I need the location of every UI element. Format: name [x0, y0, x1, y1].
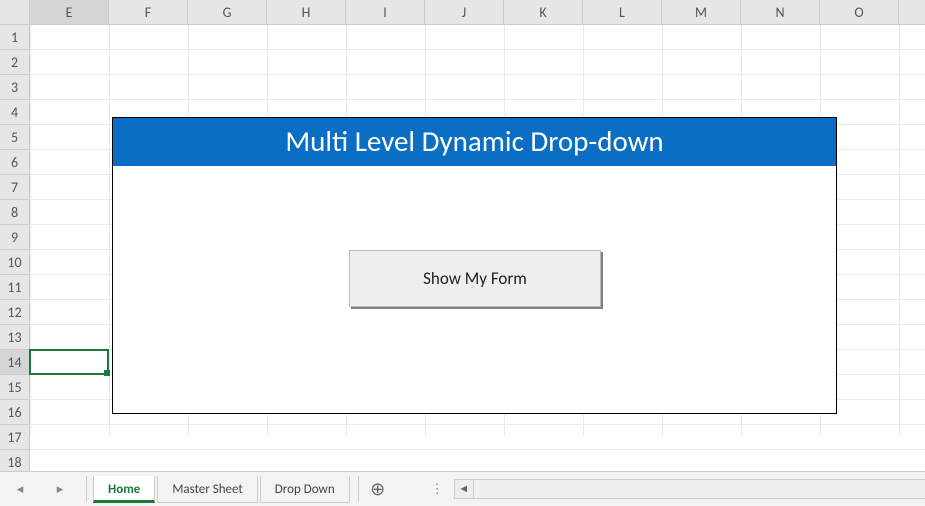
horizontal-scrollbar[interactable]: ⋮ ◄ — [431, 479, 925, 499]
sheet-tabs-bar: ◂ ▸ HomeMaster SheetDrop Down ⊕ ⋮ ◄ — [0, 471, 925, 506]
content-title: Multi Level Dynamic Drop-down — [113, 118, 836, 166]
tab-prev-icon[interactable]: ◂ — [17, 482, 24, 497]
row-cells[interactable] — [30, 25, 925, 50]
row-header-18[interactable]: 18 — [0, 450, 30, 471]
row-header-2[interactable]: 2 — [0, 50, 30, 75]
row-header-13[interactable]: 13 — [0, 325, 30, 350]
row-header-10[interactable]: 10 — [0, 250, 30, 275]
row-header-14[interactable]: 14 — [0, 350, 30, 375]
row-header-12[interactable]: 12 — [0, 300, 30, 325]
tab-separator — [86, 476, 87, 502]
row-cells[interactable] — [30, 50, 925, 75]
sheet-tab-drop-down[interactable]: Drop Down — [260, 476, 350, 503]
row-cells[interactable] — [30, 75, 925, 100]
select-all-corner[interactable] — [0, 0, 30, 24]
add-sheet-button[interactable]: ⊕ — [365, 478, 391, 500]
row-header-11[interactable]: 11 — [0, 275, 30, 300]
row-header-8[interactable]: 8 — [0, 200, 30, 225]
row-header-1[interactable]: 1 — [0, 25, 30, 50]
scroll-track[interactable] — [474, 479, 925, 499]
row-header-16[interactable]: 16 — [0, 400, 30, 425]
col-header-K[interactable]: K — [504, 0, 583, 24]
sheet-tab-master-sheet[interactable]: Master Sheet — [157, 476, 257, 503]
tab-nav: ◂ ▸ — [0, 482, 80, 497]
col-header-O[interactable]: O — [820, 0, 899, 24]
row-header-17[interactable]: 17 — [0, 425, 30, 450]
col-header-M[interactable]: M — [662, 0, 741, 24]
row-header-7[interactable]: 7 — [0, 175, 30, 200]
col-header-J[interactable]: J — [425, 0, 504, 24]
row-header-5[interactable]: 5 — [0, 125, 30, 150]
row-cells[interactable] — [30, 425, 925, 450]
spreadsheet-grid[interactable]: EFGHIJKLMNO 1234567891011121314151617181… — [0, 0, 925, 471]
col-header-I[interactable]: I — [346, 0, 425, 24]
tab-separator — [358, 476, 359, 502]
col-header-H[interactable]: H — [267, 0, 346, 24]
col-header-G[interactable]: G — [188, 0, 267, 24]
drag-dots-icon[interactable]: ⋮ — [431, 482, 444, 497]
row-header-3[interactable]: 3 — [0, 75, 30, 100]
row-header-9[interactable]: 9 — [0, 225, 30, 250]
row-header-15[interactable]: 15 — [0, 375, 30, 400]
scroll-left-arrow[interactable]: ◄ — [454, 479, 474, 499]
col-header-F[interactable]: F — [109, 0, 188, 24]
col-header-L[interactable]: L — [583, 0, 662, 24]
col-header-N[interactable]: N — [741, 0, 820, 24]
row-cells[interactable] — [30, 450, 925, 471]
column-headers: EFGHIJKLMNO — [0, 0, 925, 25]
show-my-form-button[interactable]: Show My Form — [349, 250, 601, 307]
tab-next-icon[interactable]: ▸ — [57, 482, 64, 497]
content-box: Multi Level Dynamic Drop-down Show My Fo… — [112, 117, 837, 414]
col-header-E[interactable]: E — [30, 0, 109, 24]
row-header-6[interactable]: 6 — [0, 150, 30, 175]
row-header-4[interactable]: 4 — [0, 100, 30, 125]
sheet-tab-home[interactable]: Home — [93, 476, 155, 503]
